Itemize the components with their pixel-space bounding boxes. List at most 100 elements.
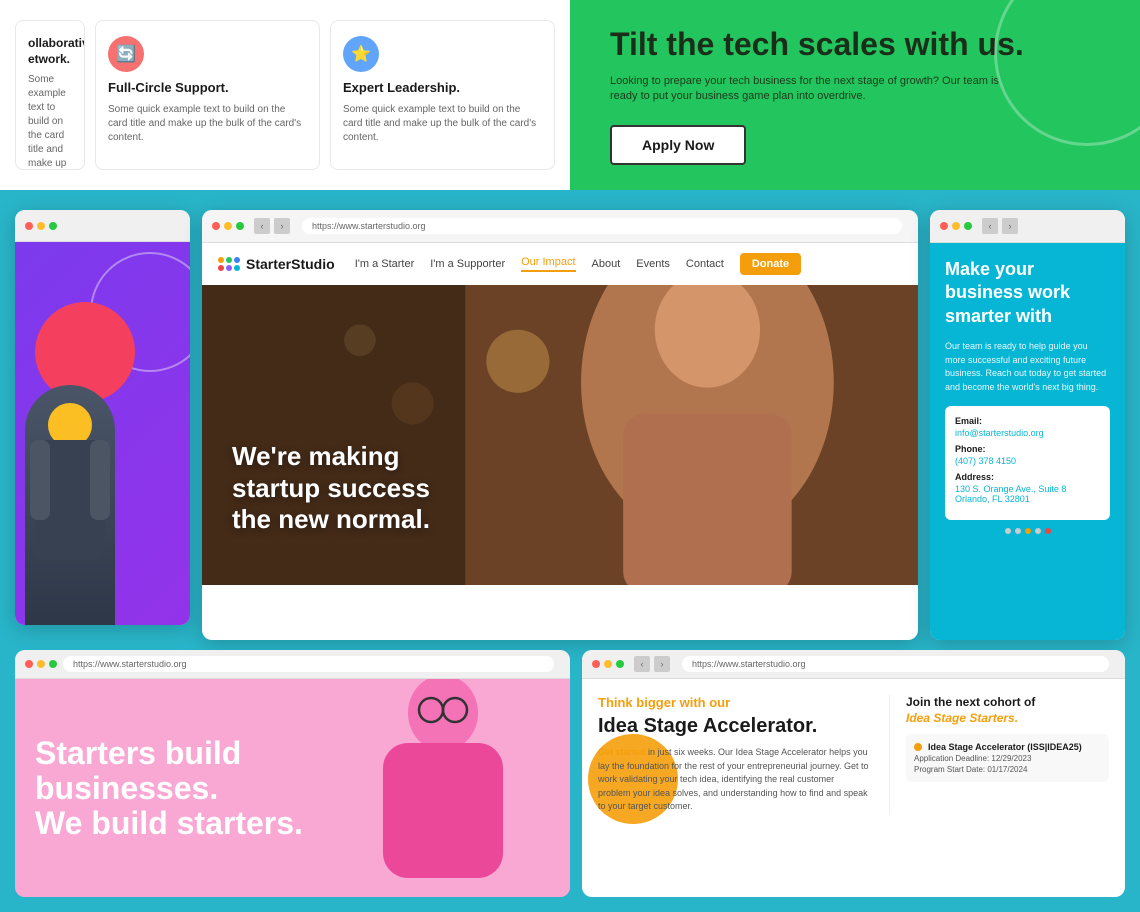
back-btn-br[interactable]: ‹ (634, 656, 650, 672)
back-button-right[interactable]: ‹ (982, 218, 998, 234)
donate-button[interactable]: Donate (740, 253, 801, 275)
dot-red-br (592, 660, 600, 668)
dot-red-bl (25, 660, 33, 668)
nav-impact[interactable]: Our Impact (521, 256, 575, 272)
dot-1 (1005, 528, 1011, 534)
bottom-section: https://www.starterstudio.org Starters b… (0, 650, 1140, 912)
logo-dot-1 (218, 257, 224, 263)
hero-text: We're making startup success the new nor… (232, 441, 430, 535)
dot-yellow-br (604, 660, 612, 668)
url-bar-br[interactable]: https://www.starterstudio.org (682, 656, 1109, 672)
logo-dot-5 (226, 265, 232, 271)
back-button[interactable]: ‹ (254, 218, 270, 234)
card-expert: ⭐ Expert Leadership. Some quick example … (330, 20, 555, 170)
dot-yellow (37, 222, 45, 230)
bottom-right-toolbar: ‹ › https://www.starterstudio.org (582, 650, 1125, 679)
dot-3 (1025, 528, 1031, 534)
bottom-right-nav: ‹ › (634, 656, 670, 672)
app-deadline: Application Deadline: 12/29/2023 (914, 754, 1101, 763)
nav-supporter[interactable]: I'm a Supporter (430, 258, 505, 270)
bottom-left-browser: https://www.starterstudio.org Starters b… (15, 650, 570, 897)
nav-links: I'm a Starter I'm a Supporter Our Impact… (355, 253, 902, 275)
browser-center-toolbar: ‹ › https://www.starterstudio.org (202, 210, 918, 243)
idea-area: Think bigger with our Idea Stage Acceler… (598, 695, 869, 814)
right-browser-title: Make your business work smarter with (945, 258, 1110, 328)
logo-dot-2 (226, 257, 232, 263)
idea-text-block: Think bigger with our Idea Stage Acceler… (598, 695, 869, 814)
dot-yellow-right (952, 222, 960, 230)
join-title: Join the next cohort of Idea Stage Start… (906, 695, 1109, 726)
logo-dot-6 (234, 265, 240, 271)
cta-subtitle: Looking to prepare your tech business fo… (610, 74, 1010, 105)
cohort-dot (914, 743, 922, 751)
contact-info: Email: info@starterstudio.org Phone: (40… (945, 406, 1110, 520)
url-bar-center[interactable]: https://www.starterstudio.org (302, 218, 902, 234)
browser-right: ‹ › Make your business work smarter with… (930, 210, 1125, 640)
dot-green-right (964, 222, 972, 230)
cohort-card: Idea Stage Accelerator (ISS|IDEA25) Appl… (906, 734, 1109, 782)
bottom-left-toolbar: https://www.starterstudio.org (15, 650, 570, 679)
card-full-circle-text: Some quick example text to build on the … (108, 103, 307, 145)
dot-green-bl (49, 660, 57, 668)
idea-title: Idea Stage Accelerator. (598, 714, 869, 738)
bottom-left-dots (25, 660, 57, 668)
middle-section: ‹ › https://www.starterstudio.org Starte… (0, 190, 1140, 650)
logo-text: StarterStudio (246, 256, 335, 272)
cohort-card-header: Idea Stage Accelerator (ISS|IDEA25) (914, 742, 1101, 752)
forward-btn-br[interactable]: › (654, 656, 670, 672)
cards-area: ollaborative etwork. Some example text t… (0, 0, 570, 190)
dot-green (49, 222, 57, 230)
bottom-right-dots (592, 660, 624, 668)
browser-right-nav: ‹ › (982, 218, 1018, 234)
card-full-circle-icon: 🔄 (108, 36, 144, 72)
think-bigger-label: Think bigger with our (598, 695, 869, 710)
phone-value: (407) 378 4150 (955, 456, 1100, 466)
hero-line1: We're making (232, 441, 400, 471)
pink-line3: We build starters. (35, 805, 303, 841)
dot-red (25, 222, 33, 230)
forward-button[interactable]: › (274, 218, 290, 234)
forward-button-right[interactable]: › (1002, 218, 1018, 234)
logo-dot-4 (218, 265, 224, 271)
dot-green-center (236, 222, 244, 230)
card-expert-text: Some quick example text to build on the … (343, 103, 542, 145)
browser-left-content (15, 242, 190, 625)
pink-content: Starters build businesses. We build star… (15, 679, 570, 897)
nav-events[interactable]: Events (636, 258, 670, 270)
logo-dots (218, 257, 240, 271)
nav-contact[interactable]: Contact (686, 258, 724, 270)
browser-right-dots (940, 222, 972, 230)
starterstudio-navbar: StarterStudio I'm a Starter I'm a Suppor… (202, 243, 918, 285)
dot-2 (1015, 528, 1021, 534)
pink-text-area: Starters build businesses. We build star… (35, 736, 315, 842)
logo-dot-3 (234, 257, 240, 263)
card-full-circle: 🔄 Full-Circle Support. Some quick exampl… (95, 20, 320, 170)
partial-card-title: ollaborative etwork. (28, 36, 72, 67)
hero-line3: the new normal. (232, 504, 430, 534)
dot-yellow-center (224, 222, 232, 230)
phone-label: Phone: (955, 444, 1100, 454)
dot-4 (1035, 528, 1041, 534)
apply-now-button[interactable]: Apply Now (610, 125, 746, 165)
card-expert-title: Expert Leadership. (343, 80, 542, 97)
cta-title: Tilt the tech scales with us. (610, 25, 1100, 63)
purple-background (15, 242, 190, 625)
join-title-text: Join the next cohort of (906, 695, 1035, 709)
address-label: Address: (955, 472, 1100, 482)
dot-5 (1045, 528, 1051, 534)
browser-nav: ‹ › (254, 218, 290, 234)
url-bar-bottom-left[interactable]: https://www.starterstudio.org (63, 656, 554, 672)
nav-about[interactable]: About (592, 258, 621, 270)
browser-left (15, 210, 190, 625)
card-collaborative-partial: ollaborative etwork. Some example text t… (15, 20, 85, 170)
dot-red-center (212, 222, 220, 230)
dot-green-br (616, 660, 624, 668)
carousel-dots (945, 520, 1110, 534)
cta-section: Tilt the tech scales with us. Looking to… (570, 0, 1140, 190)
hero-line2: startup success (232, 473, 430, 503)
card-expert-icon: ⭐ (343, 36, 379, 72)
email-label: Email: (955, 416, 1100, 426)
address-value: 130 S. Orange Ave., Suite 8Orlando, FL 3… (955, 484, 1100, 504)
person-silhouette (25, 385, 115, 625)
nav-starter[interactable]: I'm a Starter (355, 258, 415, 270)
